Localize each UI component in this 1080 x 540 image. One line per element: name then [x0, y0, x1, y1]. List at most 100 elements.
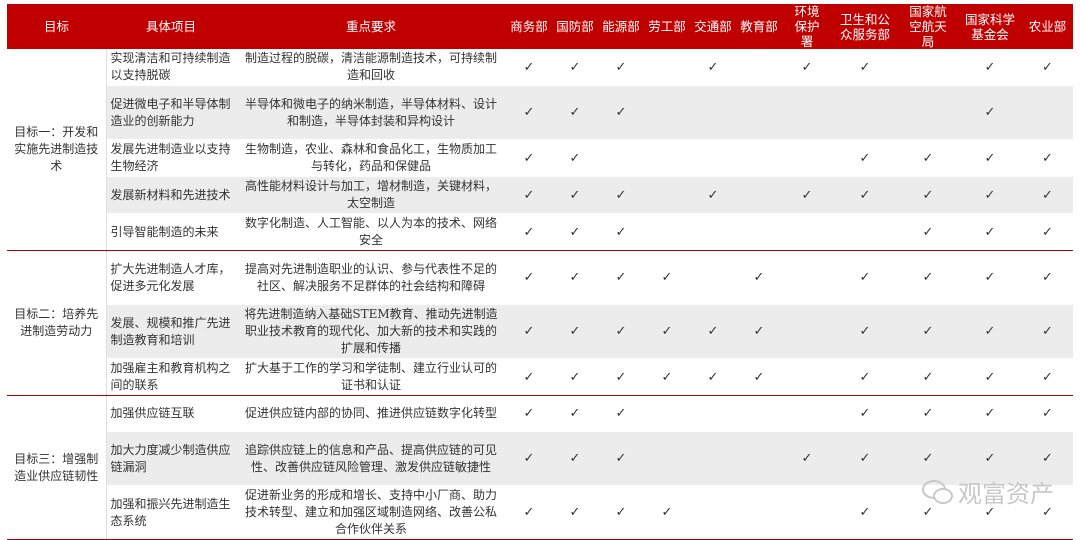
table-row: 目标一：开发和实施先进制造技术 实现清洁和可持续制造以支持脱碳 制造过程的脱碳，清洁…: [7, 49, 1073, 251]
empty-cell: [690, 139, 736, 177]
empty-cell: [690, 485, 736, 540]
check-mark: ✓: [552, 85, 598, 140]
header-dept-defense: 国防部: [552, 4, 598, 49]
empty-cell: [736, 139, 782, 177]
empty-cell: [782, 250, 832, 305]
key-requirement-cell: 促进供应链内部的协同、推进供应链数字化转型: [236, 395, 506, 432]
item-cell: 发展新材料和先进技术: [106, 176, 236, 214]
check-mark: ✓: [1022, 358, 1073, 396]
header-key: 重点要求: [236, 4, 506, 49]
header-dept-labor: 劳工部: [644, 4, 690, 49]
check-mark: ✓: [1022, 49, 1073, 86]
key-requirement-cell: 高性能材料设计与加工，增材制造，关键材料，太空制造: [236, 176, 506, 214]
empty-cell: [690, 213, 736, 251]
header-dept-education: 教育部: [736, 4, 782, 49]
table-row: 发展新材料和先进技术 高性能材料设计与加工，增材制造，关键材料，太空制造 ✓ ✓ ✓ ✓ ✓…: [7, 176, 1073, 214]
empty-cell: [690, 395, 736, 432]
check-mark: ✓: [1022, 250, 1073, 305]
check-mark: ✓: [598, 49, 644, 86]
item-cell: 促进微电子和半导体制造业的创新能力: [106, 85, 236, 140]
check-mark: ✓: [832, 139, 898, 177]
check-mark: ✓: [644, 485, 690, 540]
check-mark: ✓: [690, 49, 736, 86]
check-mark: ✓: [506, 250, 552, 305]
check-mark: ✓: [598, 176, 644, 214]
check-mark: ✓: [782, 176, 832, 214]
key-requirement-cell: 扩大基于工作的学习和学徒制、建立行业认可的证书和认证: [236, 358, 506, 396]
check-mark: ✓: [898, 358, 958, 396]
item-cell: 加强供应链互联: [106, 395, 236, 432]
check-mark: ✓: [832, 358, 898, 396]
empty-cell: [736, 85, 782, 140]
check-mark: ✓: [552, 395, 598, 432]
empty-cell: [736, 49, 782, 86]
check-mark: ✓: [644, 358, 690, 396]
check-mark: ✓: [1022, 139, 1073, 177]
header-dept-agriculture: 农业部: [1022, 4, 1073, 49]
check-mark: ✓: [898, 176, 958, 214]
check-mark: ✓: [644, 250, 690, 305]
check-mark: ✓: [958, 49, 1022, 86]
check-mark: ✓: [506, 176, 552, 214]
empty-cell: [644, 85, 690, 140]
empty-cell: [832, 85, 898, 140]
check-mark: ✓: [958, 250, 1022, 305]
check-mark: ✓: [832, 431, 898, 486]
check-mark: ✓: [598, 395, 644, 432]
check-mark: ✓: [598, 85, 644, 140]
wechat-icon: [922, 479, 953, 504]
empty-cell: [736, 485, 782, 540]
table-row: 发展、规模和推广先进制造教育和培训 将先进制造纳入基础STEM教育、推动先进制造职…: [7, 304, 1073, 359]
check-mark: ✓: [832, 485, 898, 540]
item-cell: 加大力度减少制造供应链漏洞: [106, 431, 236, 486]
check-mark: ✓: [958, 139, 1022, 177]
check-mark: ✓: [736, 358, 782, 396]
check-mark: ✓: [736, 250, 782, 305]
item-cell: 扩大先进制造人才库，促进多元化发展: [106, 250, 236, 305]
check-mark: ✓: [598, 304, 644, 359]
header-dept-transport: 交通部: [690, 4, 736, 49]
check-mark: ✓: [690, 304, 736, 359]
table-row: 目标二：培养先进制造劳动力 扩大先进制造人才库，促进多元化发展 提高对先进制造职业的…: [7, 250, 1073, 396]
check-mark: ✓: [832, 304, 898, 359]
empty-cell: [690, 431, 736, 486]
check-mark: ✓: [898, 139, 958, 177]
key-requirement-cell: 追踪供应链上的信息和产品、提高供应链的可见性、改善供应链风险管理、激发供应链敏捷…: [236, 431, 506, 486]
goal-cell: 目标一：开发和实施先进制造技术: [7, 49, 107, 251]
empty-cell: [832, 213, 898, 251]
empty-cell: [644, 431, 690, 486]
check-mark: ✓: [1022, 304, 1073, 359]
empty-cell: [736, 176, 782, 214]
check-mark: ✓: [832, 250, 898, 305]
check-mark: ✓: [782, 49, 832, 86]
check-mark: ✓: [782, 431, 832, 486]
item-cell: 引导智能制造的未来: [106, 213, 236, 251]
check-mark: ✓: [898, 304, 958, 359]
check-mark: ✓: [1022, 176, 1073, 214]
empty-cell: [644, 395, 690, 432]
check-mark: ✓: [690, 358, 736, 396]
check-mark: ✓: [506, 304, 552, 359]
check-mark: ✓: [552, 304, 598, 359]
check-mark: ✓: [552, 213, 598, 251]
check-mark: ✓: [506, 431, 552, 486]
header-dept-energy: 能源部: [598, 4, 644, 49]
empty-cell: [782, 139, 832, 177]
check-mark: ✓: [552, 358, 598, 396]
watermark-text: 观富资产: [958, 480, 1054, 508]
goal-cell: 目标三：增强制造业供应链韧性: [7, 395, 107, 540]
empty-cell: [898, 49, 958, 86]
table-row: 目标三：增强制造业供应链韧性 加强供应链互联 促进供应链内部的协同、推进供应链数字化…: [7, 395, 1073, 540]
header-dept-nsf: 国家科学基金会: [958, 4, 1022, 49]
check-mark: ✓: [552, 485, 598, 540]
empty-cell: [782, 395, 832, 432]
check-mark: ✓: [506, 139, 552, 177]
empty-cell: [644, 49, 690, 86]
check-mark: ✓: [506, 485, 552, 540]
header-dept-commerce: 商务部: [506, 4, 552, 49]
empty-cell: [782, 213, 832, 251]
table-row: 引导智能制造的未来 数字化制造、人工智能、以人为本的技术、网络安全 ✓ ✓ ✓ ✓ ✓ ✓: [7, 213, 1073, 251]
check-mark: ✓: [598, 431, 644, 486]
check-mark: ✓: [506, 49, 552, 86]
header-row: 目标 具体项目 重点要求 商务部 国防部 能源部 劳工部 交通部 教育部 环境保…: [7, 4, 1073, 49]
